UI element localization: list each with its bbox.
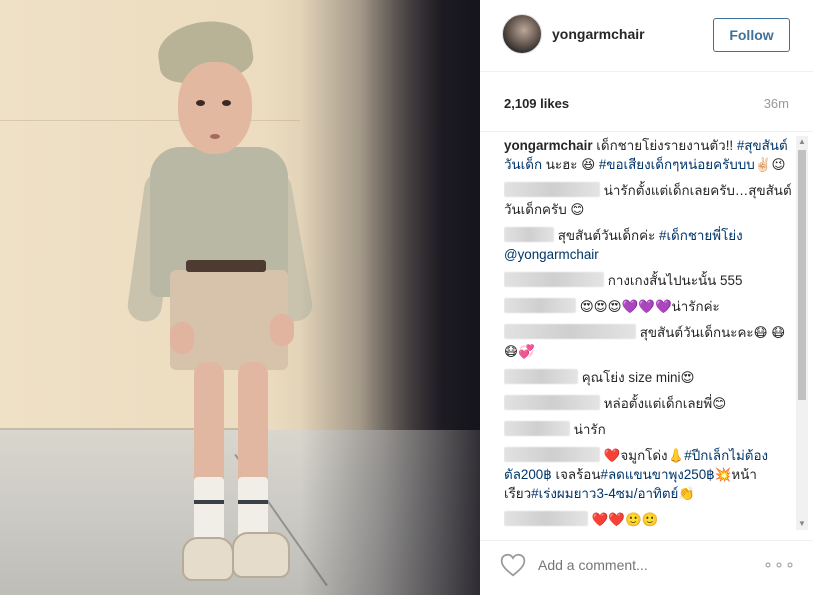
child-left-hand [170, 322, 194, 354]
hashtag-link[interactable]: #ขอเสียงเด็กๆหน่อยครับบบ [599, 157, 755, 172]
scroll-up-arrow-icon[interactable]: ▲ [796, 136, 808, 148]
comments-list[interactable]: yongarmchair เด็กชายโย่งรายงานตัว!! #สุข… [504, 136, 792, 531]
add-comment-input[interactable] [538, 557, 758, 573]
comment-text: เจลร้อน [551, 467, 601, 482]
comment-text: น่ารัก [570, 422, 606, 437]
blurred-username[interactable] [504, 421, 570, 436]
post-age[interactable]: 36m [764, 96, 789, 111]
comment-text: เด็กชายโย่งรายงานตัว!! [596, 138, 737, 153]
child-right-hand [270, 314, 294, 346]
photo-shadow [300, 0, 480, 595]
comment-item: หล่อตั้งแต่เด็กเลยพี่😊 [504, 394, 792, 413]
comment-username[interactable]: yongarmchair [504, 138, 593, 153]
child-belt [186, 260, 266, 272]
post-side-panel: yongarmchair Follow 2,109 likes 36m yong… [480, 0, 813, 595]
avatar[interactable] [502, 14, 542, 54]
comment-item: yongarmchair เด็กชายโย่งรายงานตัว!! #สุข… [504, 136, 792, 174]
blurred-username[interactable] [504, 272, 604, 287]
child-right-shoe [232, 532, 290, 578]
blurred-username[interactable] [504, 511, 588, 526]
comment-item: สุขสันต์วันเด็กค่ะ #เด็กชายพี่โย่ง @yong… [504, 226, 792, 264]
likes-count[interactable]: 2,109 likes [504, 96, 569, 111]
follow-button[interactable]: Follow [713, 18, 790, 52]
mention-link[interactable]: @yongarmchair [504, 247, 599, 262]
username-link[interactable]: yongarmchair [552, 26, 645, 42]
child-right-sock-stripe [238, 500, 268, 504]
comment-text: คุณโย่ง size mini😍 [578, 370, 695, 385]
comment-text: ❤️❤️🙂🙂 [588, 512, 659, 527]
child-eye-right [222, 100, 231, 106]
blurred-username[interactable] [504, 324, 636, 339]
child-eye-left [196, 100, 205, 106]
comment-text: นะฮะ 😆 [542, 157, 599, 172]
comments-scrollbar[interactable]: ▲ ▼ [796, 136, 808, 530]
comment-item: น่ารัก [504, 420, 792, 439]
comment-text: กางเกงสั้นไปนะนั้น 555 [604, 273, 743, 288]
blurred-username[interactable] [504, 395, 600, 410]
hashtag-link[interactable]: #เร่งผมยาว3-4ซม/อาทิตย์ [531, 486, 678, 501]
comment-item: น่ารักตั้งแต่เด็กเลยครับ…สุขสันต์วันเด็ก… [504, 181, 792, 219]
comment-item: ❤️❤️🙂🙂 [504, 510, 792, 529]
heart-outline-icon[interactable] [500, 553, 526, 577]
post-header: yongarmchair Follow [480, 0, 813, 72]
comment-item: ❤️จมูกโด่ง👃#ปีกเล็กไม่ต้องตัล200฿ เจลร้อ… [504, 446, 792, 503]
child-face [178, 62, 252, 154]
post-photo[interactable] [0, 0, 480, 595]
blurred-username[interactable] [504, 447, 600, 462]
blurred-username[interactable] [504, 182, 600, 197]
blurred-username[interactable] [504, 298, 576, 313]
child-left-sock-stripe [194, 500, 224, 504]
post-stats: 2,109 likes 36m [480, 72, 813, 132]
comment-item: คุณโย่ง size mini😍 [504, 368, 792, 387]
more-options-icon[interactable]: ∘∘∘ [763, 555, 796, 575]
comment-text: ❤️จมูกโด่ง👃 [600, 448, 685, 463]
comment-item: กางเกงสั้นไปนะนั้น 555 [504, 271, 792, 290]
comment-item: 😍😍😍💜💜💜น่ารักค่ะ [504, 297, 792, 316]
child-left-sock [194, 477, 224, 545]
post-footer: ∘∘∘ [480, 540, 813, 595]
child-left-shoe [182, 537, 234, 581]
comment-text: สุขสันต์วันเด็กค่ะ [554, 228, 659, 243]
blurred-username[interactable] [504, 227, 554, 242]
blurred-username[interactable] [504, 369, 578, 384]
comment-text: ✌🏻😉 [754, 157, 786, 172]
scroll-down-arrow-icon[interactable]: ▼ [796, 518, 808, 530]
comment-text: หล่อตั้งแต่เด็กเลยพี่😊 [600, 396, 727, 411]
comment-text: 😍😍😍💜💜💜น่ารักค่ะ [576, 299, 720, 314]
comment-text: 👏 [678, 486, 696, 501]
comment-item: สุขสันต์วันเด็กนะคะ😷 😷😷💞 [504, 323, 792, 361]
hashtag-link[interactable]: #ลดแขนขาพุง250฿ [601, 467, 715, 482]
hashtag-link[interactable]: #เด็กชายพี่โย่ง [659, 228, 743, 243]
scroll-thumb[interactable] [798, 150, 806, 400]
child-mouth [210, 134, 220, 139]
